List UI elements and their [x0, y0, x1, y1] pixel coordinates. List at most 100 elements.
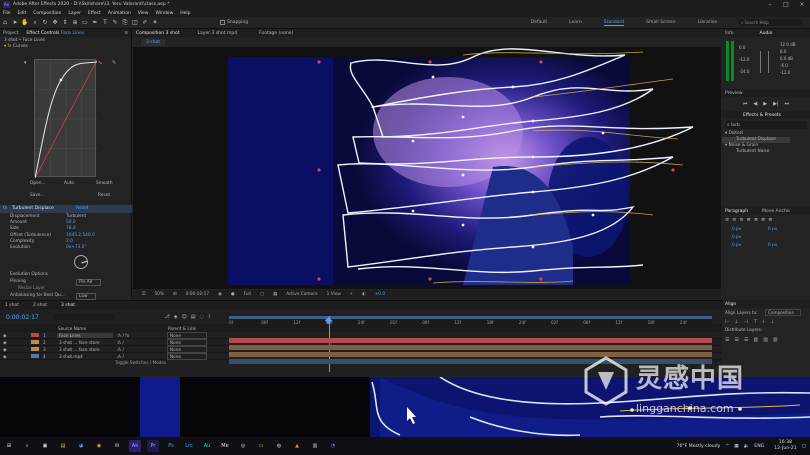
- distribute-left-icon[interactable]: ▥: [753, 337, 758, 343]
- composition-viewer[interactable]: [133, 47, 721, 289]
- timeline-tab-1-shot[interactable]: 1 shot: [5, 303, 19, 308]
- minimize-icon[interactable]: –: [762, 1, 778, 8]
- vlc-icon[interactable]: ▲: [291, 440, 303, 452]
- curve-channel-dropdown-icon[interactable]: ▾: [24, 60, 27, 66]
- tab-footage[interactable]: Footage (none): [259, 31, 293, 36]
- layer-bar-face-store-1[interactable]: [229, 345, 712, 350]
- align-v-center-icon[interactable]: ⊦: [762, 319, 765, 325]
- menu-help[interactable]: Help: [180, 11, 190, 16]
- offset-value[interactable]: 1045.2,540.0: [66, 233, 95, 238]
- snapping-toggle[interactable]: Snapping: [220, 20, 248, 25]
- justify-center-icon[interactable]: ≣: [754, 217, 758, 223]
- label-color-swatch[interactable]: [31, 340, 39, 344]
- menu-file[interactable]: File: [3, 11, 11, 16]
- file-explorer-icon[interactable]: ▤: [57, 440, 69, 452]
- label-color-swatch[interactable]: [31, 354, 39, 358]
- frame-blending-icon[interactable]: ▤: [191, 314, 196, 320]
- network-icon[interactable]: ▦: [734, 444, 738, 449]
- graph-editor-icon[interactable]: ⌇: [208, 314, 210, 320]
- amount-value[interactable]: 50.0: [66, 220, 76, 225]
- shy-layers-icon[interactable]: ☺: [182, 314, 187, 320]
- draft-3d-icon[interactable]: ◈: [174, 314, 178, 320]
- parent-dropdown[interactable]: None: [167, 331, 207, 339]
- menu-view[interactable]: View: [138, 11, 149, 16]
- clone-stamp-icon[interactable]: ⎘: [121, 19, 129, 27]
- curve-smooth-button[interactable]: Smooth: [96, 181, 113, 186]
- notifications-icon[interactable]: ▢: [802, 444, 806, 449]
- antialias-dropdown[interactable]: Low: [76, 293, 97, 300]
- displacement-dropdown[interactable]: Turbulent: [66, 214, 86, 219]
- fx-icon[interactable]: fx: [3, 206, 7, 211]
- layer-name[interactable]: 3 shot.mp4: [57, 354, 113, 359]
- evolution-options[interactable]: Evolution Options: [10, 272, 48, 277]
- timeline-search-input[interactable]: [54, 314, 114, 320]
- align-left-icon[interactable]: ≡: [725, 217, 729, 223]
- snapshot-icon[interactable]: ◉: [218, 292, 222, 297]
- home-icon[interactable]: ⌂: [1, 19, 9, 27]
- next-frame-icon[interactable]: ▶|: [773, 101, 779, 107]
- eraser-tool-icon[interactable]: ◫: [131, 19, 139, 27]
- parent-dropdown[interactable]: None: [167, 352, 207, 360]
- workspace-learn[interactable]: Learn: [569, 20, 582, 25]
- resolution-dropdown[interactable]: Full: [244, 292, 251, 297]
- layer-name[interactable]: 3 shot ... face store: [57, 340, 113, 345]
- steam-icon[interactable]: ◍: [273, 440, 285, 452]
- tab-info[interactable]: Info: [725, 31, 734, 36]
- distribute-v-center-icon[interactable]: ☰: [734, 337, 738, 343]
- timeline-tab-3-shot[interactable]: 3 shot: [61, 303, 75, 308]
- curve-pencil-icon[interactable]: ✎: [112, 60, 116, 66]
- pen-tool-icon[interactable]: ✒: [91, 19, 99, 27]
- visibility-eye-icon[interactable]: ◉: [3, 347, 11, 352]
- distribute-top-icon[interactable]: ☰: [725, 337, 729, 343]
- motion-blur-icon[interactable]: ◌: [200, 314, 204, 320]
- pinning-dropdown[interactable]: Pin All: [76, 279, 102, 286]
- transparency-grid-icon[interactable]: ▦: [273, 292, 277, 297]
- indent-left-value[interactable]: 0 px: [732, 226, 741, 231]
- always-preview-icon[interactable]: ⎚: [142, 292, 145, 297]
- menu-layer[interactable]: Layer: [68, 11, 81, 16]
- tab-layer[interactable]: Layer 3 shot.mp4: [198, 31, 238, 36]
- menu-edit[interactable]: Edit: [18, 11, 27, 16]
- space-after-value[interactable]: 0 px: [768, 242, 777, 247]
- zoom-tool-icon[interactable]: ⌕: [31, 19, 39, 27]
- fast-previews-icon[interactable]: ⚡: [350, 292, 353, 297]
- tab-audio[interactable]: Audio: [760, 31, 773, 36]
- zoom-dropdown[interactable]: 50%: [154, 292, 164, 297]
- language-indicator[interactable]: ENG: [754, 444, 764, 449]
- premiere-icon[interactable]: Pr: [147, 440, 159, 452]
- justify-all-icon[interactable]: ≣: [768, 217, 772, 223]
- workspace-standard[interactable]: Standard: [603, 20, 625, 26]
- chrome-icon[interactable]: ◉: [93, 440, 105, 452]
- hand-tool-icon[interactable]: ✋: [21, 19, 29, 27]
- source-name-header[interactable]: Source Name: [58, 326, 168, 331]
- tab-paragraph[interactable]: Paragraph: [725, 209, 748, 214]
- maximize-icon[interactable]: □: [778, 1, 794, 8]
- tab-project[interactable]: Project: [3, 31, 18, 36]
- dolly-camera-icon[interactable]: ⇕: [61, 19, 69, 27]
- visibility-eye-icon[interactable]: ◉: [3, 354, 11, 359]
- first-frame-icon[interactable]: ⏮: [743, 101, 748, 107]
- roto-brush-icon[interactable]: ✐: [141, 19, 149, 27]
- panel-menu-icon[interactable]: ≡: [124, 31, 128, 36]
- windows-start-icon[interactable]: ⊞: [3, 440, 15, 452]
- photoshop-icon[interactable]: Ps: [165, 440, 177, 452]
- tab-composition[interactable]: Composition 3 shot: [136, 31, 180, 36]
- align-right-edges-icon[interactable]: ⊣: [744, 319, 748, 325]
- obs-icon[interactable]: ◎: [237, 440, 249, 452]
- align-center-icon[interactable]: ≡: [732, 217, 736, 223]
- parent-link-header[interactable]: Parent & Link: [168, 326, 196, 331]
- camera-dropdown[interactable]: Active Camera: [286, 292, 318, 297]
- justify-left-icon[interactable]: ≣: [747, 217, 751, 223]
- layer-switches-icon[interactable]: ⁂ /: [117, 354, 167, 359]
- parent-dropdown[interactable]: None: [167, 338, 207, 346]
- layer-bar-face-lines[interactable]: [229, 338, 712, 343]
- layer-switches-icon[interactable]: ⁂ /: [117, 347, 167, 352]
- work-area-bar[interactable]: [229, 316, 712, 319]
- visibility-eye-icon[interactable]: ◉: [3, 333, 11, 338]
- workspace-small-screen[interactable]: Small Screen: [646, 20, 675, 25]
- volume-slider-left[interactable]: [760, 51, 761, 73]
- menu-window[interactable]: Window: [156, 11, 174, 16]
- effect-reset-link[interactable]: Reset: [76, 206, 89, 211]
- visibility-eye-icon[interactable]: ◉: [3, 340, 11, 345]
- discord-icon[interactable]: ◕: [75, 440, 87, 452]
